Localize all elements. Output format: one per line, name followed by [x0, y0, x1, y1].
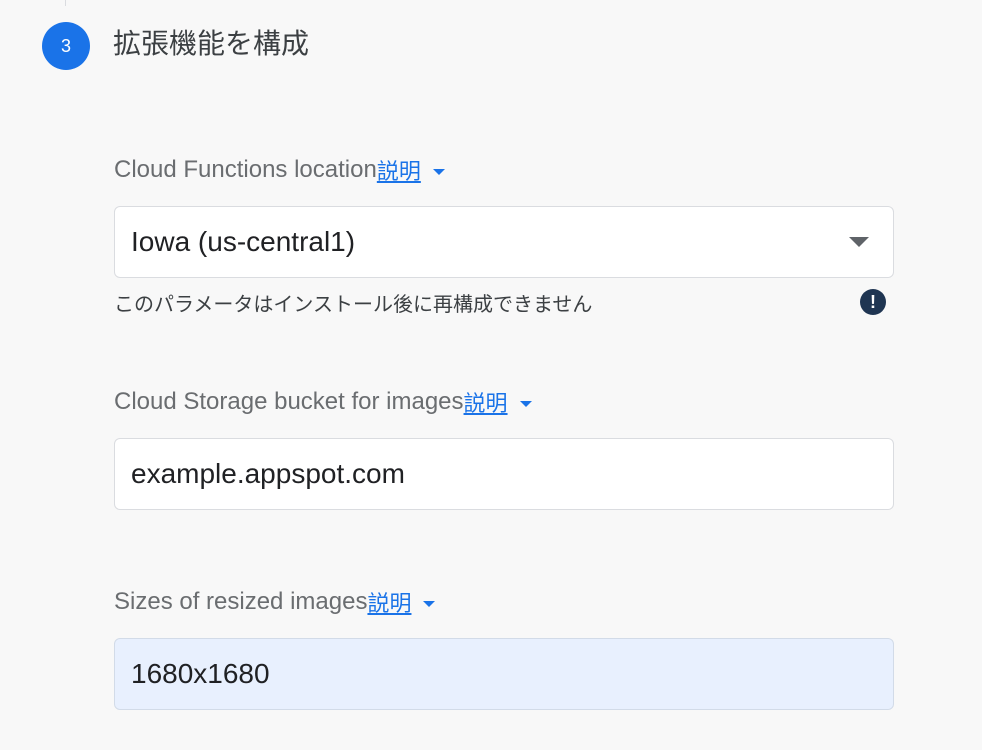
step-connector-line: [65, 0, 66, 6]
step-number-badge: 3: [42, 22, 90, 70]
caret-down-icon[interactable]: [519, 401, 532, 407]
caret-down-icon[interactable]: [423, 601, 436, 607]
resized-sizes-learn-more-link[interactable]: 説明: [367, 586, 411, 618]
resized-sizes-value: 1680x1680: [131, 658, 270, 689]
resized-sizes-label: Sizes of resized images 説明: [114, 586, 436, 618]
functions-location-helper-text: このパラメータはインストール後に再構成できません: [114, 291, 593, 316]
functions-location-label-text: Cloud Functions location: [114, 156, 377, 183]
functions-location-label: Cloud Functions location 説明: [114, 155, 445, 185]
functions-location-value: Iowa (us-central1): [131, 226, 356, 257]
storage-bucket-input[interactable]: example.appspot.com: [114, 438, 894, 510]
caret-down-icon[interactable]: [432, 169, 445, 175]
dropdown-arrow-icon[interactable]: [849, 237, 869, 247]
functions-location-select[interactable]: Iowa (us-central1): [114, 206, 894, 278]
storage-bucket-value: example.appspot.com: [131, 458, 405, 489]
step-number: 3: [60, 35, 71, 56]
functions-location-learn-more-link[interactable]: 説明: [377, 154, 421, 186]
resized-sizes-input[interactable]: 1680x1680: [114, 638, 894, 710]
storage-bucket-learn-more-link[interactable]: 説明: [464, 386, 508, 418]
extension-config-page: 3 拡張機能を構成 Cloud Functions location 説明 Io…: [0, 0, 982, 750]
step-title: 拡張機能を構成: [113, 27, 310, 60]
storage-bucket-label: Cloud Storage bucket for images 説明: [114, 387, 532, 417]
resized-sizes-label-text: Sizes of resized images: [114, 588, 368, 615]
storage-bucket-label-text: Cloud Storage bucket for images: [114, 388, 464, 415]
exclamation-icon: !: [860, 289, 886, 315]
